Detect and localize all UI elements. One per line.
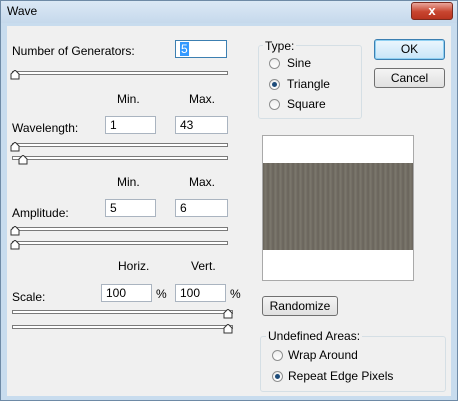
ok-button[interactable]: OK	[374, 39, 445, 60]
undefined-areas-title: Undefined Areas:	[266, 329, 363, 343]
scale-horiz-slider-track[interactable]	[12, 310, 233, 314]
wrap-around-label[interactable]: Wrap Around	[288, 348, 358, 362]
repeat-edge-pixels-radio[interactable]	[272, 371, 283, 382]
title-bar[interactable]: Wave x	[1, 1, 457, 23]
amplitude-max-header: Max.	[189, 175, 216, 189]
wavelength-max-slider-track[interactable]	[12, 156, 228, 160]
type-group-title: Type:	[263, 39, 297, 53]
dialog-body: Number of Generators: 5 Min. Max. Wavele…	[7, 26, 451, 396]
wavelength-max-input[interactable]: 43	[175, 116, 228, 134]
amplitude-max-input[interactable]: 6	[175, 199, 228, 217]
type-square-radio[interactable]	[269, 99, 280, 110]
preview-pane	[262, 135, 414, 281]
scale-label: Scale:	[12, 290, 46, 304]
amplitude-label: Amplitude:	[12, 206, 69, 220]
scale-horiz-unit: %	[156, 287, 167, 301]
scale-horiz-header: Horiz.	[118, 259, 150, 273]
type-triangle-label[interactable]: Triangle	[287, 77, 330, 91]
undefined-areas-group	[260, 336, 446, 392]
type-sine-radio[interactable]	[269, 58, 280, 69]
generators-slider-track[interactable]	[12, 71, 228, 75]
cancel-button[interactable]: Cancel	[374, 68, 445, 88]
amplitude-max-slider-track[interactable]	[12, 241, 228, 245]
generators-value: 5	[180, 42, 189, 56]
wrap-around-radio[interactable]	[272, 350, 283, 361]
close-icon: x	[428, 3, 436, 18]
scale-vert-unit: %	[230, 287, 241, 301]
close-button[interactable]: x	[411, 2, 453, 20]
wavelength-label: Wavelength:	[12, 121, 79, 135]
scale-horiz-input[interactable]: 100	[101, 284, 152, 302]
amplitude-min-input[interactable]: 5	[105, 199, 156, 217]
wave-preview-image	[263, 163, 413, 250]
scale-vert-slider-track[interactable]	[12, 325, 233, 329]
scale-vert-header: Vert.	[191, 259, 216, 273]
scale-vert-input[interactable]: 100	[175, 284, 226, 302]
type-sine-label[interactable]: Sine	[287, 56, 311, 70]
wavelength-min-input[interactable]: 1	[105, 116, 156, 134]
type-triangle-radio[interactable]	[269, 79, 280, 90]
wavelength-min-slider-track[interactable]	[12, 143, 228, 147]
repeat-edge-pixels-label[interactable]: Repeat Edge Pixels	[288, 369, 393, 383]
generators-input[interactable]: 5	[175, 40, 227, 58]
window-title: Wave	[7, 4, 38, 18]
generators-label: Number of Generators:	[12, 44, 135, 58]
type-square-label[interactable]: Square	[287, 97, 326, 111]
randomize-button[interactable]: Randomize	[262, 296, 338, 316]
amplitude-min-header: Min.	[117, 175, 140, 189]
amplitude-min-slider-track[interactable]	[12, 227, 228, 231]
wavelength-max-header: Max.	[189, 92, 216, 106]
wave-dialog: Wave x Number of Generators: 5 Min. Max.…	[0, 0, 458, 401]
wavelength-min-header: Min.	[117, 92, 140, 106]
